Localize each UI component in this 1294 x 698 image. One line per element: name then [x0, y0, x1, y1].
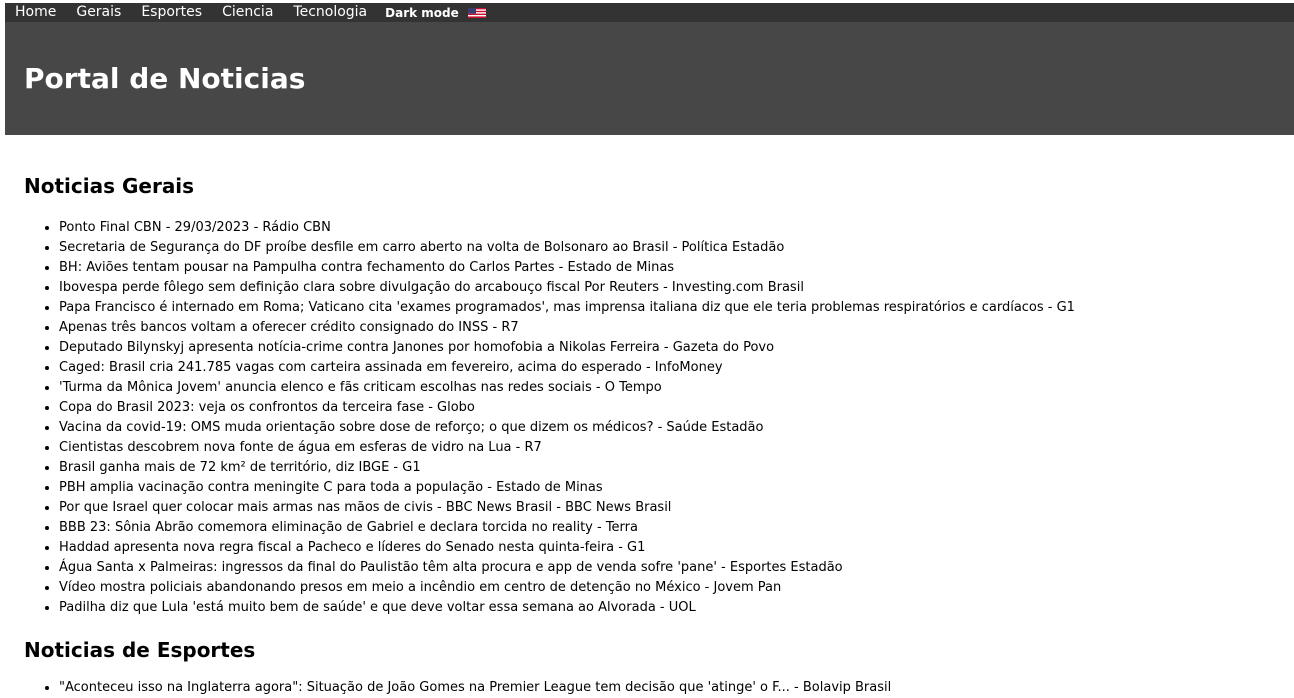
us-flag-icon[interactable] [467, 7, 486, 18]
news-item-link[interactable]: Deputado Bilynskyj apresenta notícia-cri… [59, 338, 1075, 358]
news-item-link[interactable]: BBB 23: Sônia Abrão comemora eliminação … [59, 518, 1075, 538]
news-item-link[interactable]: Apenas três bancos voltam a oferecer cré… [59, 318, 1075, 338]
section-title-esportes: Noticias de Esportes [24, 638, 256, 662]
news-list-esportes: "Aconteceu isso na Inglaterra agora": Si… [41, 678, 891, 698]
news-item-link[interactable]: 'Turma da Mônica Jovem' anuncia elenco e… [59, 378, 1075, 398]
news-item-link[interactable]: Padilha diz que Lula 'está muito bem de … [59, 598, 1075, 618]
news-item-link[interactable]: Vídeo mostra policiais abandonando preso… [59, 578, 1075, 598]
nav-link-esportes[interactable]: Esportes [131, 3, 212, 22]
section-title-gerais: Noticias Gerais [24, 174, 195, 198]
news-item-link[interactable]: Copa do Brasil 2023: veja os confrontos … [59, 398, 1075, 418]
nav-link-gerais[interactable]: Gerais [66, 3, 131, 22]
page-header: Portal de Noticias [5, 22, 1294, 135]
nav-link-tecnologia[interactable]: Tecnologia [283, 3, 377, 22]
news-item-link[interactable]: Caged: Brasil cria 241.785 vagas com car… [59, 358, 1075, 378]
news-item-link[interactable]: Brasil ganha mais de 72 km² de territóri… [59, 458, 1075, 478]
news-item-link[interactable]: Ponto Final CBN - 29/03/2023 - Rádio CBN [59, 218, 1075, 238]
news-item-link[interactable]: BH: Aviões tentam pousar na Pampulha con… [59, 258, 1075, 278]
dark-mode-toggle[interactable]: Dark mode [377, 6, 468, 20]
news-item-link[interactable]: PBH amplia vacinação contra meningite C … [59, 478, 1075, 498]
news-item-link[interactable]: "Aconteceu isso na Inglaterra agora": Si… [59, 678, 891, 698]
top-navigation-bar: Home Gerais Esportes Ciencia Tecnologia … [5, 3, 1294, 22]
nav-link-ciencia[interactable]: Ciencia [212, 3, 283, 22]
news-item-link[interactable]: Ibovespa perde fôlego sem definição clar… [59, 278, 1075, 298]
news-item-link[interactable]: Por que Israel quer colocar mais armas n… [59, 498, 1075, 518]
nav-link-home[interactable]: Home [5, 3, 66, 22]
news-item-link[interactable]: Cientistas descobrem nova fonte de água … [59, 438, 1075, 458]
news-item-link[interactable]: Haddad apresenta nova regra fiscal a Pac… [59, 538, 1075, 558]
news-item-link[interactable]: Vacina da covid-19: OMS muda orientação … [59, 418, 1075, 438]
news-item-link[interactable]: Secretaria de Segurança do DF proíbe des… [59, 238, 1075, 258]
news-item-link[interactable]: Papa Francisco é internado em Roma; Vati… [59, 298, 1075, 318]
news-item-link[interactable]: Água Santa x Palmeiras: ingressos da fin… [59, 558, 1075, 578]
news-list-gerais: Ponto Final CBN - 29/03/2023 - Rádio CBN… [41, 218, 1075, 618]
page-title: Portal de Noticias [24, 62, 306, 95]
